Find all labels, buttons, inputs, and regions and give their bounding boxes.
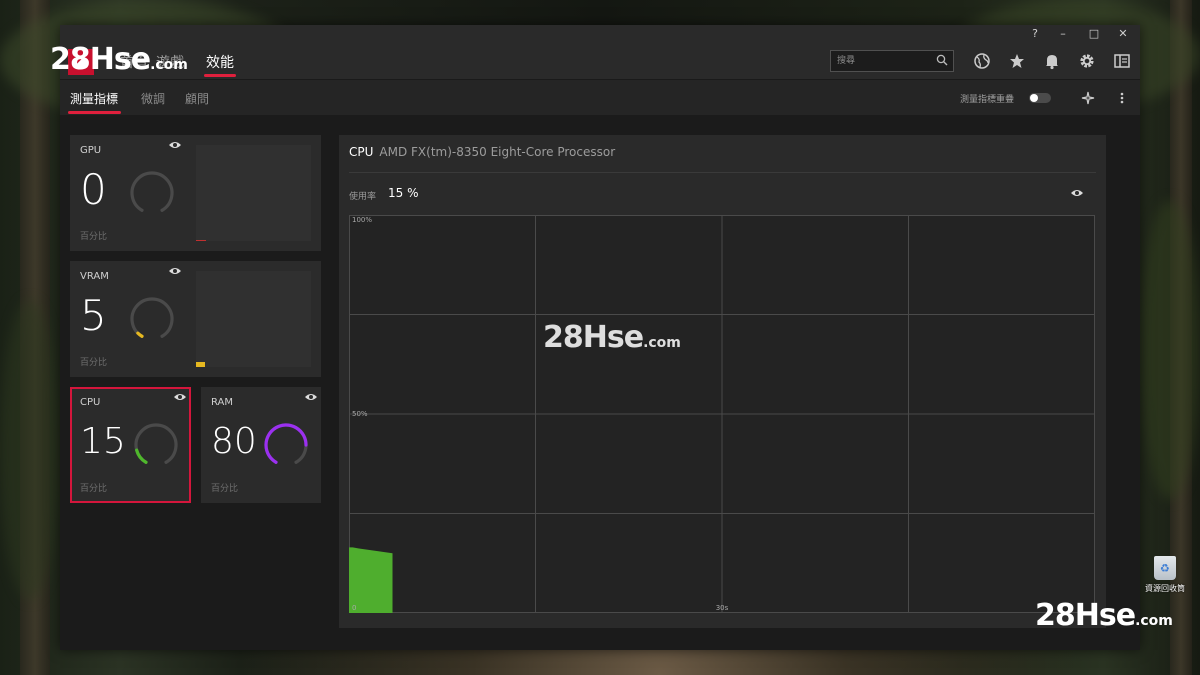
gauge-fill bbox=[264, 423, 308, 464]
cpu-value: 15 bbox=[80, 421, 126, 462]
more-options-icon[interactable] bbox=[1116, 90, 1128, 106]
x-tick-0: 0 bbox=[352, 604, 356, 612]
ram-label: RAM bbox=[211, 397, 234, 408]
sparkle-icon[interactable] bbox=[1080, 90, 1096, 106]
sidebar-panel-icon[interactable] bbox=[1112, 51, 1132, 71]
cpu-detail-panel: CPU AMD FX(tm)-8350 Eight-Core Processor … bbox=[339, 135, 1106, 628]
recycle-bin-icon: ♻ bbox=[1154, 556, 1176, 580]
eye-icon[interactable] bbox=[173, 391, 187, 403]
top-navigation: ◢ 首頁 遊戲 效能 bbox=[60, 43, 1140, 80]
metrics-overlay-label: 測量指標重疊 bbox=[960, 95, 1015, 105]
ram-unit: 百分比 bbox=[211, 484, 239, 494]
globe-icon[interactable] bbox=[972, 51, 992, 71]
search-input[interactable] bbox=[837, 53, 927, 69]
metrics-overlay-toggle[interactable] bbox=[1029, 93, 1051, 103]
cpu-unit: 百分比 bbox=[80, 484, 108, 494]
vram-label: VRAM bbox=[80, 271, 109, 282]
vram-sparkline bbox=[196, 271, 311, 367]
usage-label: 使用率 bbox=[349, 192, 377, 202]
ram-value: 80 bbox=[211, 421, 257, 462]
gpu-spark-bar bbox=[196, 240, 206, 241]
gpu-gauge bbox=[130, 171, 174, 212]
usage-value: 15 % bbox=[388, 186, 419, 200]
ram-gauge bbox=[264, 423, 308, 464]
vram-spark-bar bbox=[196, 362, 205, 367]
watermark-bottom: 28Hse.com bbox=[1035, 598, 1173, 633]
title-bar: ? – □ ✕ bbox=[60, 25, 1140, 43]
tab-tuning[interactable]: 微調 bbox=[141, 90, 165, 107]
watermark-center: 28Hse.com bbox=[543, 320, 681, 355]
vram-value: 5 bbox=[80, 291, 107, 340]
cpu-panel-title: CPU bbox=[349, 145, 374, 159]
vram-card[interactable]: VRAM 5 百分比 bbox=[70, 261, 321, 377]
gear-icon[interactable] bbox=[1077, 51, 1097, 71]
vram-unit: 百分比 bbox=[80, 358, 108, 368]
sub-navigation: 測量指標 微調 顧問 測量指標重疊 bbox=[60, 80, 1140, 115]
gpu-value: 0 bbox=[80, 165, 107, 214]
eye-icon[interactable] bbox=[1070, 187, 1084, 199]
gauge-track bbox=[130, 171, 174, 212]
subnav-active-indicator bbox=[68, 111, 121, 114]
gpu-card[interactable]: GPU 0 百分比 bbox=[70, 135, 321, 251]
gauge-track bbox=[134, 423, 178, 464]
star-icon[interactable] bbox=[1007, 51, 1027, 71]
toggle-knob bbox=[1030, 94, 1038, 102]
bell-icon[interactable] bbox=[1042, 51, 1062, 71]
gpu-unit: 百分比 bbox=[80, 232, 108, 242]
gpu-label: GPU bbox=[80, 145, 102, 156]
cpu-label: CPU bbox=[80, 397, 101, 408]
nav-performance[interactable]: 效能 bbox=[206, 52, 234, 72]
eye-icon[interactable] bbox=[304, 391, 318, 403]
search-box[interactable] bbox=[830, 50, 954, 72]
help-button[interactable]: ? bbox=[1022, 25, 1048, 43]
recycle-bin[interactable]: ♻ 資源回收筒 bbox=[1145, 556, 1185, 594]
recycle-bin-label: 資源回收筒 bbox=[1145, 584, 1185, 593]
gauge-fill bbox=[136, 331, 144, 338]
cpu-usage-chart: 100% 50% 0 30s bbox=[349, 215, 1095, 613]
ram-card[interactable]: RAM 80 百分比 bbox=[201, 387, 321, 503]
y-tick-100: 100% bbox=[352, 216, 372, 224]
tab-advisor[interactable]: 顧問 bbox=[185, 90, 209, 107]
gauge-track bbox=[130, 297, 174, 338]
close-button[interactable]: ✕ bbox=[1110, 25, 1136, 43]
cpu-gauge bbox=[134, 423, 178, 464]
search-icon[interactable] bbox=[936, 54, 948, 66]
divider bbox=[349, 172, 1096, 173]
cpu-processor-name: AMD FX(tm)-8350 Eight-Core Processor bbox=[379, 145, 616, 159]
cpu-panel-header: CPU AMD FX(tm)-8350 Eight-Core Processor bbox=[349, 145, 615, 159]
nav-active-indicator bbox=[204, 74, 236, 77]
eye-icon[interactable] bbox=[168, 139, 182, 151]
maximize-button[interactable]: □ bbox=[1081, 25, 1107, 43]
watermark-top: 28Hse.com bbox=[50, 42, 188, 77]
y-tick-50: 50% bbox=[352, 410, 368, 418]
vram-gauge bbox=[130, 297, 174, 338]
gauge-fill bbox=[135, 448, 148, 464]
gpu-sparkline bbox=[196, 145, 311, 241]
x-tick-30s: 30s bbox=[716, 604, 729, 612]
cpu-card[interactable]: CPU 15 百分比 bbox=[70, 387, 191, 503]
tab-metrics[interactable]: 測量指標 bbox=[70, 90, 118, 107]
metrics-content: GPU 0 百分比 VRAM 5 百分比 CPU 15 百分比 RAM 80 百… bbox=[60, 115, 1140, 650]
eye-icon[interactable] bbox=[168, 265, 182, 277]
minimize-button[interactable]: – bbox=[1050, 25, 1076, 43]
